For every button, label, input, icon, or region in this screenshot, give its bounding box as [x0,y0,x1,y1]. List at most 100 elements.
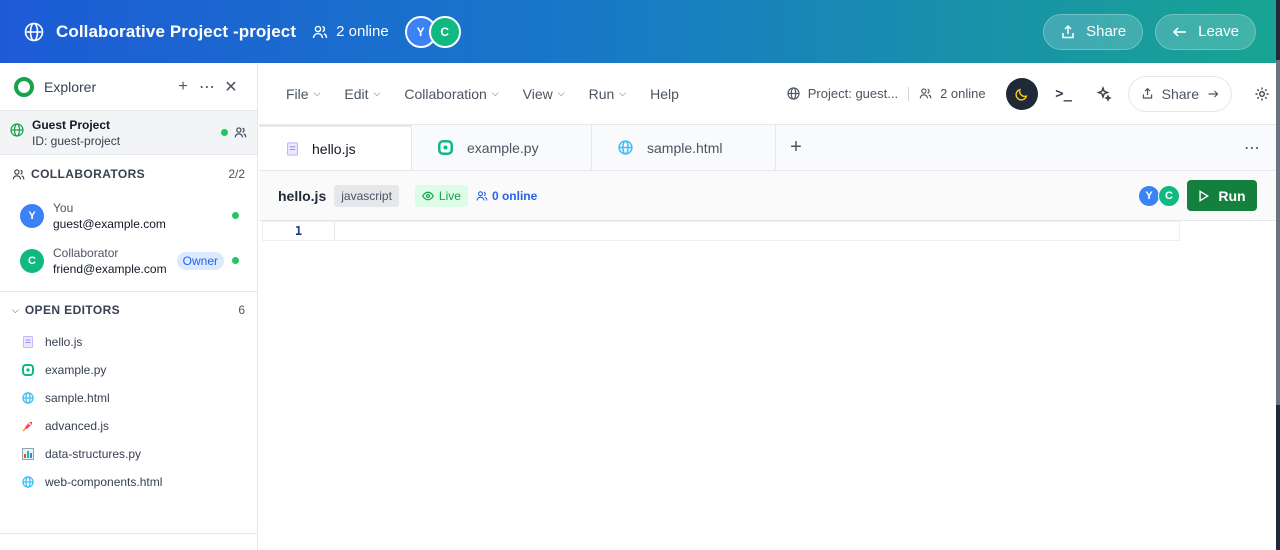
js-file-icon [287,141,298,156]
open-editor-item[interactable]: web-components.html [0,468,257,496]
tab-sample-html[interactable]: sample.html [592,125,776,170]
chevron-down-icon: ⌵ [491,88,499,98]
chevron-down-icon: ⌵ [313,88,321,98]
online-count: 2 online [312,23,389,40]
chevron-down-icon: ⌵ [619,88,627,98]
menu-bar: File ⌵ Edit ⌵ Collaboration ⌵ View ⌵ Run ⌵ He… [259,63,1276,125]
html-file-icon [22,476,34,488]
explorer-sidebar: Explorer + ⋯ ✕ Guest Project ID: guest-p… [0,63,258,550]
close-icon[interactable]: ✕ [219,77,243,97]
project-id: ID: guest-project [32,133,121,148]
open-editors-title: OPEN EDITORS [24,303,121,317]
file-name: example.py [45,363,107,377]
avatar[interactable]: Y [1138,184,1160,207]
plus-icon[interactable]: + [171,78,195,96]
new-tab-button[interactable]: + [776,125,816,170]
file-online-count: 0 online [476,189,537,203]
online-dot [221,129,228,136]
open-editor-item[interactable]: advanced.js [0,412,257,440]
gear-icon[interactable] [1248,80,1276,108]
users-icon [234,126,247,139]
file-info-bar: hello.js javascript Live 0 online Y C Ru… [259,171,1276,221]
plus-icon: + [790,136,802,158]
code-line[interactable]: 1 [262,221,1180,241]
collaborator-name: You [53,200,74,215]
owner-badge: Owner [176,251,224,270]
project-indicator[interactable]: Project: guest... [787,86,898,101]
collaborators-header[interactable]: COLLABORATORS 2/2 [0,155,257,193]
share-icon [1142,87,1152,99]
html-file-icon [22,392,34,404]
online-dot [232,212,239,219]
globe-icon [24,22,44,42]
share-button[interactable]: Share [1127,75,1232,112]
share-button[interactable]: Share [1043,13,1144,50]
avatar: Y [20,203,44,228]
project-name: Guest Project [32,117,111,132]
collaborator-email: friend@example.com [53,261,167,276]
menu-collaboration[interactable]: Collaboration ⌵ [404,86,498,102]
globe-icon [10,123,24,142]
moon-icon [1015,88,1028,101]
open-editor-item[interactable]: hello.js [0,328,257,356]
file-name: advanced.js [45,419,110,433]
sparkles-icon[interactable] [1090,80,1118,108]
users-icon [476,190,488,201]
online-avatars: Y C [404,15,461,48]
explorer-header: Explorer + ⋯ ✕ [0,63,257,111]
menu-file[interactable]: File ⌵ [286,86,320,102]
leave-button[interactable]: Leave [1155,13,1256,50]
menu-run[interactable]: Run ⌵ [589,86,627,102]
theme-toggle-button[interactable] [1005,77,1038,110]
menu-edit[interactable]: Edit ⌵ [344,86,380,102]
online-dot [232,257,239,264]
js-file-icon [22,336,34,348]
more-icon[interactable]: ⋯ [1228,125,1276,170]
eye-icon [422,191,434,200]
divider [908,86,910,101]
project-info[interactable]: Guest Project ID: guest-project [0,111,257,155]
avatar[interactable]: C [1158,184,1180,207]
run-button[interactable]: Run [1187,180,1257,211]
explorer-title: Explorer [44,78,97,95]
window-scrollbar[interactable] [1276,0,1280,550]
file-name: sample.html [45,391,110,405]
online-indicator[interactable]: 2 online [919,86,986,101]
file-name: hello.js [45,335,83,349]
collaborator-row[interactable]: Y You guest@example.com [0,193,257,238]
avatar: C [20,248,44,273]
collaborator-name: Collaborator [53,245,119,260]
open-editor-item[interactable]: sample.html [0,384,257,412]
collaborators-title: COLLABORATORS [31,167,146,181]
globe-icon [787,87,800,100]
rocket-file-icon [22,420,34,432]
project-title: Collaborative Project -project [56,21,297,41]
html-file-icon [618,140,633,155]
chevron-down-icon: ⌵ [557,88,565,98]
scrollbar-thumb[interactable] [1276,60,1280,405]
avatar[interactable]: C [428,15,461,48]
users-icon [312,25,328,38]
chart-file-icon [22,448,34,460]
tab-example-py[interactable]: example.py [412,125,592,170]
line-number: 1 [263,222,335,240]
collaborator-row[interactable]: C Collaborator friend@example.com Owner [0,238,257,283]
language-badge: javascript [334,184,399,207]
app-logo-icon [14,76,34,97]
open-editor-item[interactable]: data-structures.py [0,440,257,468]
editor-area: File ⌵ Edit ⌵ Collaboration ⌵ View ⌵ Run ⌵ He… [259,63,1276,550]
top-header: Collaborative Project -project 2 online … [0,0,1280,63]
open-editors-count: 6 [238,303,245,317]
file-name: data-structures.py [45,447,142,461]
open-editor-item[interactable]: example.py [0,356,257,384]
share-icon [1062,24,1074,38]
python-file-icon [438,140,453,155]
terminal-icon[interactable]: >_ [1050,80,1078,108]
tab-hello-js[interactable]: hello.js [259,125,412,170]
open-editors-header[interactable]: ⌵ OPEN EDITORS 6 [0,292,257,328]
more-icon[interactable]: ⋯ [195,77,219,97]
code-editor[interactable]: 1 [259,221,1276,549]
live-badge: Live [414,184,468,207]
menu-help[interactable]: Help [650,86,679,102]
menu-view[interactable]: View ⌵ [523,86,565,102]
